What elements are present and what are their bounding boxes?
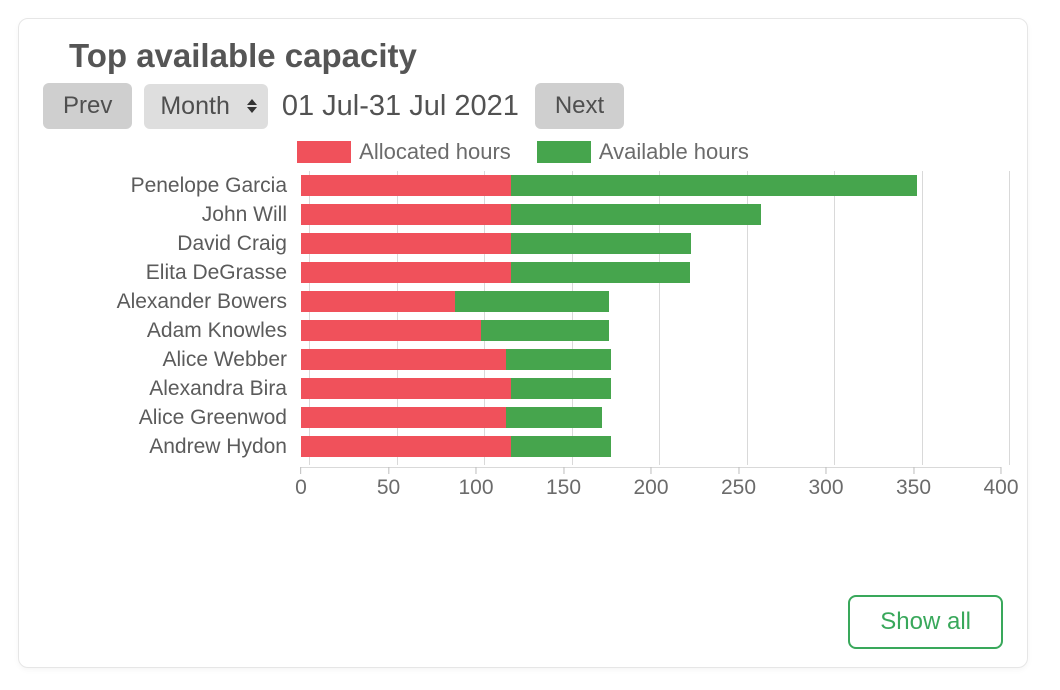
- card-footer: Show all: [848, 595, 1003, 649]
- chart-row-label: Alexander Bowers: [51, 290, 301, 314]
- chart-row-label: Elita DeGrasse: [51, 261, 301, 285]
- chart-row-label: Andrew Hydon: [51, 435, 301, 459]
- period-select[interactable]: Month: [144, 84, 267, 129]
- bar-allocated: [301, 407, 506, 428]
- chart-row-label: John Will: [51, 203, 301, 227]
- bar-available: [511, 175, 917, 196]
- capacity-card: Top available capacity Prev Month 01 Jul…: [18, 18, 1028, 668]
- chart-row-label: David Craig: [51, 232, 301, 256]
- chart-row: Elita DeGrasse: [51, 258, 1003, 287]
- x-tick: 200: [633, 467, 668, 500]
- bar-allocated: [301, 204, 511, 225]
- legend-label-allocated: Allocated hours: [359, 139, 511, 165]
- bar-available: [511, 378, 611, 399]
- chart-row: John Will: [51, 200, 1003, 229]
- chart-row-label: Adam Knowles: [51, 319, 301, 343]
- chart: Penelope Garcia John Will David Craig Elita…: [51, 171, 1003, 501]
- period-select-value: Month: [160, 92, 229, 121]
- chevron-up-down-icon: [246, 98, 258, 114]
- x-tick: 50: [377, 467, 400, 500]
- legend-swatch-allocated: [297, 141, 351, 163]
- bar-allocated: [301, 349, 506, 370]
- chart-row-label: Alice Webber: [51, 348, 301, 372]
- bar-available: [481, 320, 609, 341]
- x-tick: 250: [721, 467, 756, 500]
- date-controls: Prev Month 01 Jul-31 Jul 2021 Next: [43, 83, 1003, 129]
- bar-allocated: [301, 436, 511, 457]
- bar-allocated: [301, 378, 511, 399]
- chart-row: Alexander Bowers: [51, 287, 1003, 316]
- chart-row-label: Penelope Garcia: [51, 174, 301, 198]
- x-tick: 300: [808, 467, 843, 500]
- x-tick: 400: [983, 467, 1018, 500]
- x-tick: 100: [458, 467, 493, 500]
- prev-button[interactable]: Prev: [43, 83, 132, 129]
- bar-allocated: [301, 175, 511, 196]
- chart-row: Penelope Garcia: [51, 171, 1003, 200]
- bar-allocated: [301, 233, 511, 254]
- legend-label-available: Available hours: [599, 139, 749, 165]
- bar-available: [455, 291, 609, 312]
- page-title: Top available capacity: [69, 37, 1003, 75]
- bar-available: [511, 262, 690, 283]
- bar-available: [506, 349, 611, 370]
- next-button[interactable]: Next: [535, 83, 624, 129]
- x-axis: 050100150200250300350400: [51, 467, 1003, 501]
- chart-row-label: Alice Greenwod: [51, 406, 301, 430]
- chart-row: David Craig: [51, 229, 1003, 258]
- bar-allocated: [301, 291, 455, 312]
- x-tick: 150: [546, 467, 581, 500]
- bar-available: [511, 233, 691, 254]
- chart-legend: Allocated hours Available hours: [43, 139, 1003, 165]
- chart-row: Adam Knowles: [51, 316, 1003, 345]
- show-all-button[interactable]: Show all: [848, 595, 1003, 649]
- chart-row-label: Alexandra Bira: [51, 377, 301, 401]
- x-tick: 350: [896, 467, 931, 500]
- x-tick: 0: [295, 467, 307, 500]
- bar-available: [506, 407, 602, 428]
- bar-available: [511, 436, 611, 457]
- chart-row: Alice Greenwod: [51, 403, 1003, 432]
- date-range-label: 01 Jul-31 Jul 2021: [282, 90, 519, 123]
- bar-allocated: [301, 262, 511, 283]
- chart-bars: Penelope Garcia John Will David Craig Elita…: [51, 171, 1003, 461]
- bar-allocated: [301, 320, 481, 341]
- chart-row: Alexandra Bira: [51, 374, 1003, 403]
- bar-available: [511, 204, 761, 225]
- chart-row: Alice Webber: [51, 345, 1003, 374]
- chart-row: Andrew Hydon: [51, 432, 1003, 461]
- legend-swatch-available: [537, 141, 591, 163]
